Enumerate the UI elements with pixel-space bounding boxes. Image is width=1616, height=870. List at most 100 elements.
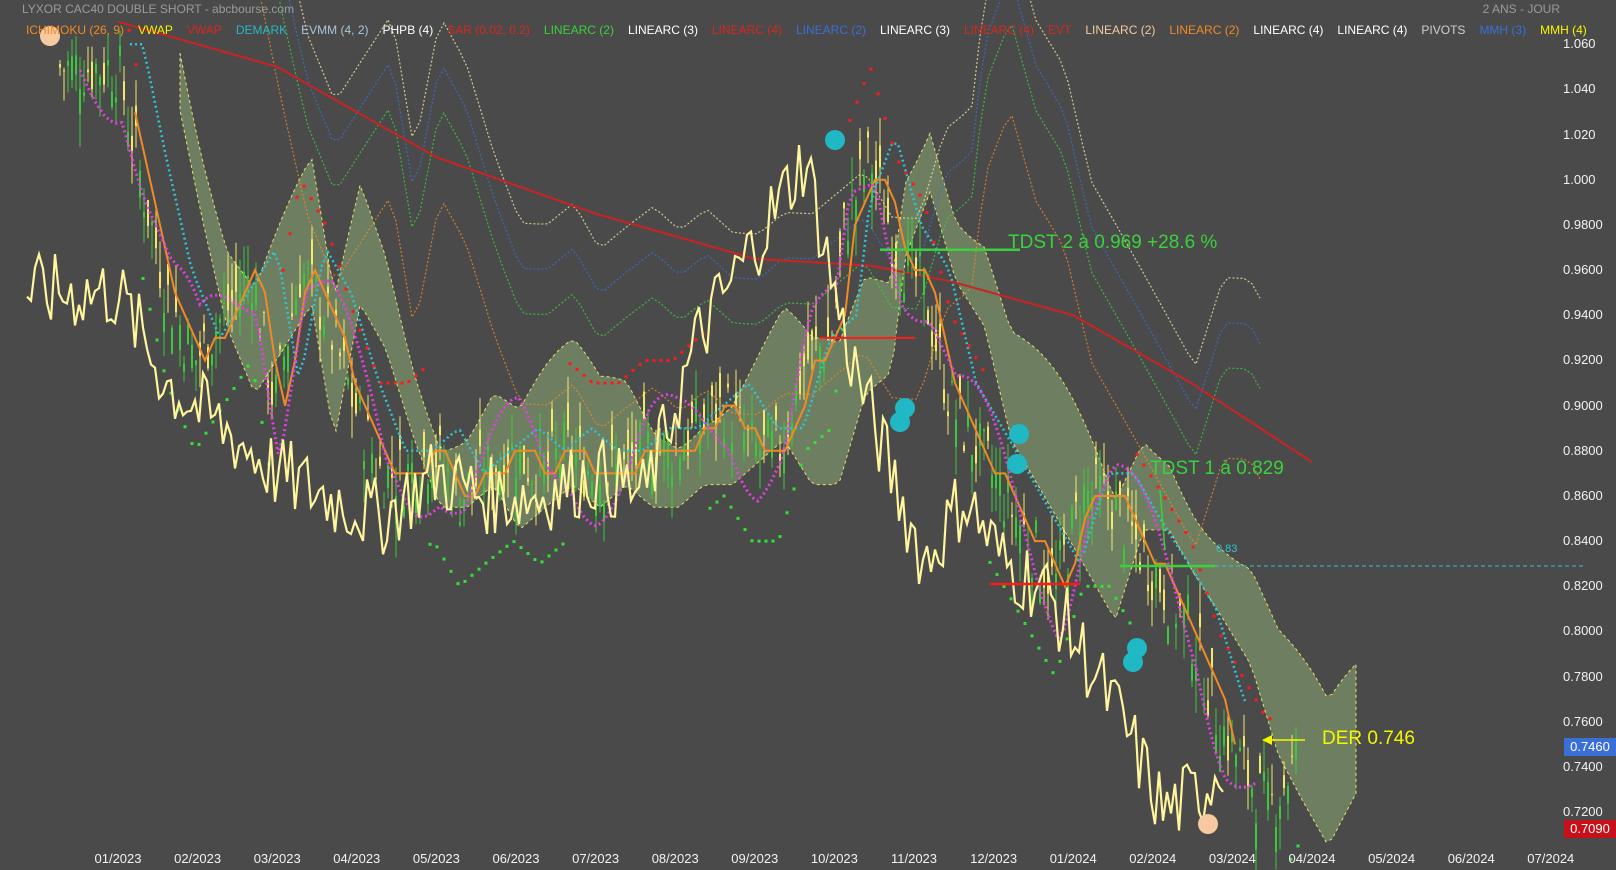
candle-body (1211, 647, 1213, 669)
sar-dot (1198, 568, 1202, 572)
sar-dot (554, 548, 558, 552)
sar-dot (1156, 485, 1160, 489)
candle-body (487, 446, 489, 452)
x-tick-label: 01/2023 (94, 851, 142, 866)
sar-dot (442, 557, 446, 561)
legend-item: LINEARC (4) (1253, 23, 1324, 37)
candle-body (927, 309, 929, 325)
sar-dot (484, 561, 488, 565)
sar-dot (134, 62, 138, 66)
candle-body (355, 393, 357, 414)
y-tick-label: 0.9000 (1563, 397, 1603, 413)
sar-dot (687, 344, 691, 348)
sar-dot (694, 338, 698, 342)
candle-body (879, 145, 881, 168)
candle-body (531, 483, 533, 485)
candle-body (943, 389, 945, 403)
sar-dot (1205, 591, 1209, 595)
candle-body (151, 221, 153, 226)
candle-body (911, 240, 913, 248)
candle-body (171, 327, 173, 354)
candle-body (999, 473, 1001, 496)
x-tick-label: 03/2023 (253, 851, 301, 866)
candle-body (1163, 589, 1165, 611)
sar-dot (904, 171, 908, 175)
candle-body (1151, 581, 1153, 601)
sar-dot (428, 542, 432, 546)
candle-body (743, 433, 745, 452)
legend-item: MMH (3) (1479, 23, 1527, 37)
sar-dot (624, 375, 628, 379)
sar-dot (155, 338, 159, 342)
candle-body (923, 268, 925, 295)
candle-body (875, 160, 877, 179)
candle-body (379, 456, 381, 466)
candle-body (1119, 481, 1121, 496)
candle-body (67, 60, 69, 66)
sar-dot (1037, 646, 1041, 650)
candle-body (1063, 529, 1065, 545)
candle-body (1071, 506, 1073, 528)
candle-body (863, 176, 865, 192)
y-tick-label: 1.000 (1563, 171, 1596, 187)
candle-body (315, 277, 317, 283)
y-tick-label: 0.9200 (1563, 352, 1603, 368)
candle-body (1271, 794, 1273, 796)
candle-body (975, 446, 977, 464)
sar-dot (883, 116, 887, 120)
sar-dot (162, 369, 166, 373)
candle-body (823, 363, 825, 372)
candle-body (947, 411, 949, 417)
sar-dot (519, 546, 523, 550)
candle-body (371, 453, 373, 474)
candle-body (971, 454, 973, 472)
candle-body (1291, 755, 1293, 757)
sar-dot (862, 82, 866, 86)
sar-dot (337, 265, 341, 269)
sar-dot (1072, 615, 1076, 619)
sar-dot (1163, 496, 1167, 500)
candle-body (327, 286, 329, 294)
sar-dot (281, 268, 285, 272)
candle-body (319, 316, 321, 330)
candle-body (299, 284, 301, 297)
candle-body (631, 442, 633, 457)
sar-dot (512, 540, 516, 544)
x-tick-label: 02/2024 (1129, 851, 1177, 866)
candle-body (75, 55, 77, 75)
sar-dot (414, 374, 418, 378)
sar-dot (834, 389, 838, 393)
sar-dot (820, 435, 824, 439)
candle-body (799, 367, 801, 394)
ma-long-green (278, 0, 1261, 456)
x-tick-label: 06/2023 (492, 851, 540, 866)
candle-body (1075, 492, 1077, 502)
sar-dot (1051, 671, 1055, 675)
candle-body (107, 59, 109, 66)
candle-body (963, 445, 965, 451)
candle-body (251, 302, 253, 311)
candle-body (131, 135, 133, 151)
candle-body (235, 264, 237, 292)
candle-body (1131, 521, 1133, 526)
sar-dot (351, 309, 355, 313)
candle-body (827, 317, 829, 341)
sar-dot (827, 429, 831, 433)
sar-dot (547, 554, 551, 558)
sar-dot (1114, 596, 1118, 600)
x-tick-label: 09/2023 (731, 851, 779, 866)
candle-body (603, 502, 605, 522)
sar-dot (372, 364, 376, 368)
sar-dot (1058, 659, 1062, 663)
sar-dot (365, 346, 369, 350)
candle-body (731, 442, 733, 455)
candle-body (851, 189, 853, 191)
sar-dot (1212, 614, 1216, 618)
sar-dot (736, 516, 740, 520)
sar-dot (498, 550, 502, 554)
candle-body (1223, 726, 1225, 747)
sar-dot (344, 287, 348, 291)
candle-body (739, 406, 741, 408)
sar-dot (1121, 609, 1125, 613)
candle-body (127, 131, 129, 147)
